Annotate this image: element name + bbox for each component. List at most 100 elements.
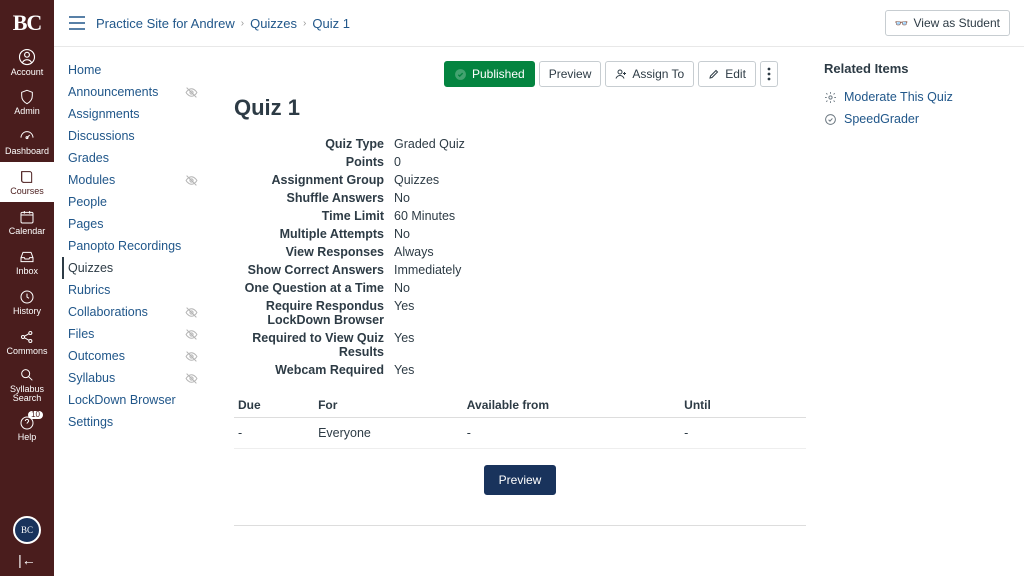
content: Published Preview Assign To Edit bbox=[204, 47, 824, 576]
calendar-icon bbox=[19, 209, 35, 225]
related-heading: Related Items bbox=[824, 61, 1008, 76]
detail-row: Required to View Quiz ResultsYes bbox=[234, 329, 806, 361]
course-nav-item[interactable]: Panopto Recordings bbox=[68, 235, 204, 257]
detail-value: 60 Minutes bbox=[394, 209, 455, 223]
detail-value: No bbox=[394, 191, 410, 205]
kebab-icon bbox=[767, 67, 771, 81]
speedgrader-link[interactable]: SpeedGrader bbox=[824, 108, 1008, 130]
assign-to-button[interactable]: Assign To bbox=[605, 61, 694, 87]
course-nav-label: LockDown Browser bbox=[68, 393, 176, 407]
gnav-bottom: BC |← bbox=[13, 516, 41, 576]
detail-value: Immediately bbox=[394, 263, 461, 277]
detail-key: Show Correct Answers bbox=[234, 263, 394, 277]
course-nav-item[interactable]: Collaborations bbox=[68, 301, 204, 323]
detail-row: Show Correct AnswersImmediately bbox=[234, 261, 806, 279]
gnav-commons[interactable]: Commons bbox=[0, 322, 54, 362]
hamburger-icon[interactable] bbox=[68, 16, 86, 30]
detail-key: Webcam Required bbox=[234, 363, 394, 377]
due-dates-table: DueForAvailable fromUntil -Everyone-- bbox=[234, 393, 806, 449]
breadcrumb-course[interactable]: Practice Site for Andrew bbox=[96, 16, 235, 31]
view-as-student-button[interactable]: 👓 View as Student bbox=[885, 10, 1010, 36]
user-plus-icon bbox=[615, 68, 627, 80]
avatar-mini-icon[interactable]: BC bbox=[13, 516, 41, 544]
course-nav-label: Panopto Recordings bbox=[68, 239, 181, 253]
detail-row: Time Limit60 Minutes bbox=[234, 207, 806, 225]
detail-key: Shuffle Answers bbox=[234, 191, 394, 205]
collapse-nav-icon[interactable]: |← bbox=[18, 552, 36, 568]
global-nav: BC Account Admin Dashboard Courses bbox=[0, 0, 54, 576]
detail-value: No bbox=[394, 227, 410, 241]
course-nav: Home Announcements Assignments Discussions G… bbox=[54, 47, 204, 576]
course-nav-item[interactable]: Announcements bbox=[68, 81, 204, 103]
gnav-calendar[interactable]: Calendar bbox=[0, 202, 54, 242]
gnav-history[interactable]: History bbox=[0, 282, 54, 322]
hidden-eye-icon bbox=[185, 372, 198, 385]
preview-button[interactable]: Preview bbox=[539, 61, 602, 87]
speedgrader-icon bbox=[824, 113, 838, 126]
published-button[interactable]: Published bbox=[444, 61, 535, 87]
quiz-toolbar: Published Preview Assign To Edit bbox=[444, 61, 806, 87]
course-nav-item[interactable]: Home bbox=[68, 59, 204, 81]
course-nav-item[interactable]: Settings bbox=[68, 411, 204, 433]
preview-quiz-button[interactable]: Preview bbox=[484, 465, 557, 495]
course-nav-label: Syllabus bbox=[68, 371, 115, 385]
course-nav-item[interactable]: Outcomes bbox=[68, 345, 204, 367]
breadcrumb-item[interactable]: Quiz 1 bbox=[312, 16, 350, 31]
course-nav-label: Grades bbox=[68, 151, 109, 165]
course-nav-label: People bbox=[68, 195, 107, 209]
detail-row: Assignment GroupQuizzes bbox=[234, 171, 806, 189]
detail-key: Multiple Attempts bbox=[234, 227, 394, 241]
gnav-account[interactable]: Account bbox=[0, 42, 54, 82]
due-header: For bbox=[314, 393, 463, 418]
detail-row: Multiple AttemptsNo bbox=[234, 225, 806, 243]
course-nav-item[interactable]: Assignments bbox=[68, 103, 204, 125]
chevron-right-icon: › bbox=[241, 18, 244, 29]
gnav-syllabus-search[interactable]: Syllabus Search bbox=[0, 362, 54, 408]
course-nav-item[interactable]: Modules bbox=[68, 169, 204, 191]
detail-row: One Question at a TimeNo bbox=[234, 279, 806, 297]
chevron-right-icon: › bbox=[303, 18, 306, 29]
course-nav-label: Assignments bbox=[68, 107, 140, 121]
course-nav-item[interactable]: Rubrics bbox=[68, 279, 204, 301]
course-nav-item[interactable]: Syllabus bbox=[68, 367, 204, 389]
detail-value: 0 bbox=[394, 155, 401, 169]
header: Practice Site for Andrew › Quizzes › Qui… bbox=[54, 0, 1024, 47]
detail-key: One Question at a Time bbox=[234, 281, 394, 295]
shield-icon bbox=[19, 89, 35, 105]
clock-icon bbox=[19, 289, 35, 305]
course-nav-label: Rubrics bbox=[68, 283, 110, 297]
course-nav-item[interactable]: Files bbox=[68, 323, 204, 345]
detail-key: Required to View Quiz Results bbox=[234, 331, 394, 359]
edit-button[interactable]: Edit bbox=[698, 61, 756, 87]
course-nav-label: Announcements bbox=[68, 85, 158, 99]
course-nav-item[interactable]: Grades bbox=[68, 147, 204, 169]
due-cell: - bbox=[234, 418, 314, 449]
due-header: Available from bbox=[463, 393, 680, 418]
quiz-title: Quiz 1 bbox=[234, 95, 806, 121]
gnav-dashboard[interactable]: Dashboard bbox=[0, 122, 54, 162]
due-cell: - bbox=[463, 418, 680, 449]
course-nav-label: Discussions bbox=[68, 129, 135, 143]
course-nav-item[interactable]: LockDown Browser bbox=[68, 389, 204, 411]
course-nav-item[interactable]: People bbox=[68, 191, 204, 213]
hidden-eye-icon bbox=[185, 174, 198, 187]
course-nav-item[interactable]: Pages bbox=[68, 213, 204, 235]
breadcrumb-section[interactable]: Quizzes bbox=[250, 16, 297, 31]
more-button[interactable] bbox=[760, 61, 778, 87]
detail-value: Yes bbox=[394, 363, 414, 377]
detail-value: Yes bbox=[394, 331, 414, 359]
glasses-icon: 👓 bbox=[895, 17, 909, 30]
detail-row: Quiz TypeGraded Quiz bbox=[234, 135, 806, 153]
gnav-help[interactable]: 10 Help bbox=[0, 408, 54, 448]
gnav-courses[interactable]: Courses bbox=[0, 162, 54, 202]
moderate-quiz-link[interactable]: Moderate This Quiz bbox=[824, 86, 1008, 108]
gnav-inbox[interactable]: Inbox bbox=[0, 242, 54, 282]
detail-key: Require Respondus LockDown Browser bbox=[234, 299, 394, 327]
course-nav-item[interactable]: Discussions bbox=[68, 125, 204, 147]
brand-logo[interactable]: BC bbox=[13, 4, 42, 42]
quiz-details: Quiz TypeGraded QuizPoints0Assignment Gr… bbox=[234, 135, 806, 379]
breadcrumb: Practice Site for Andrew › Quizzes › Qui… bbox=[96, 16, 350, 31]
gnav-admin[interactable]: Admin bbox=[0, 82, 54, 122]
course-nav-item[interactable]: Quizzes bbox=[62, 257, 204, 279]
help-badge-count: 10 bbox=[28, 411, 43, 419]
